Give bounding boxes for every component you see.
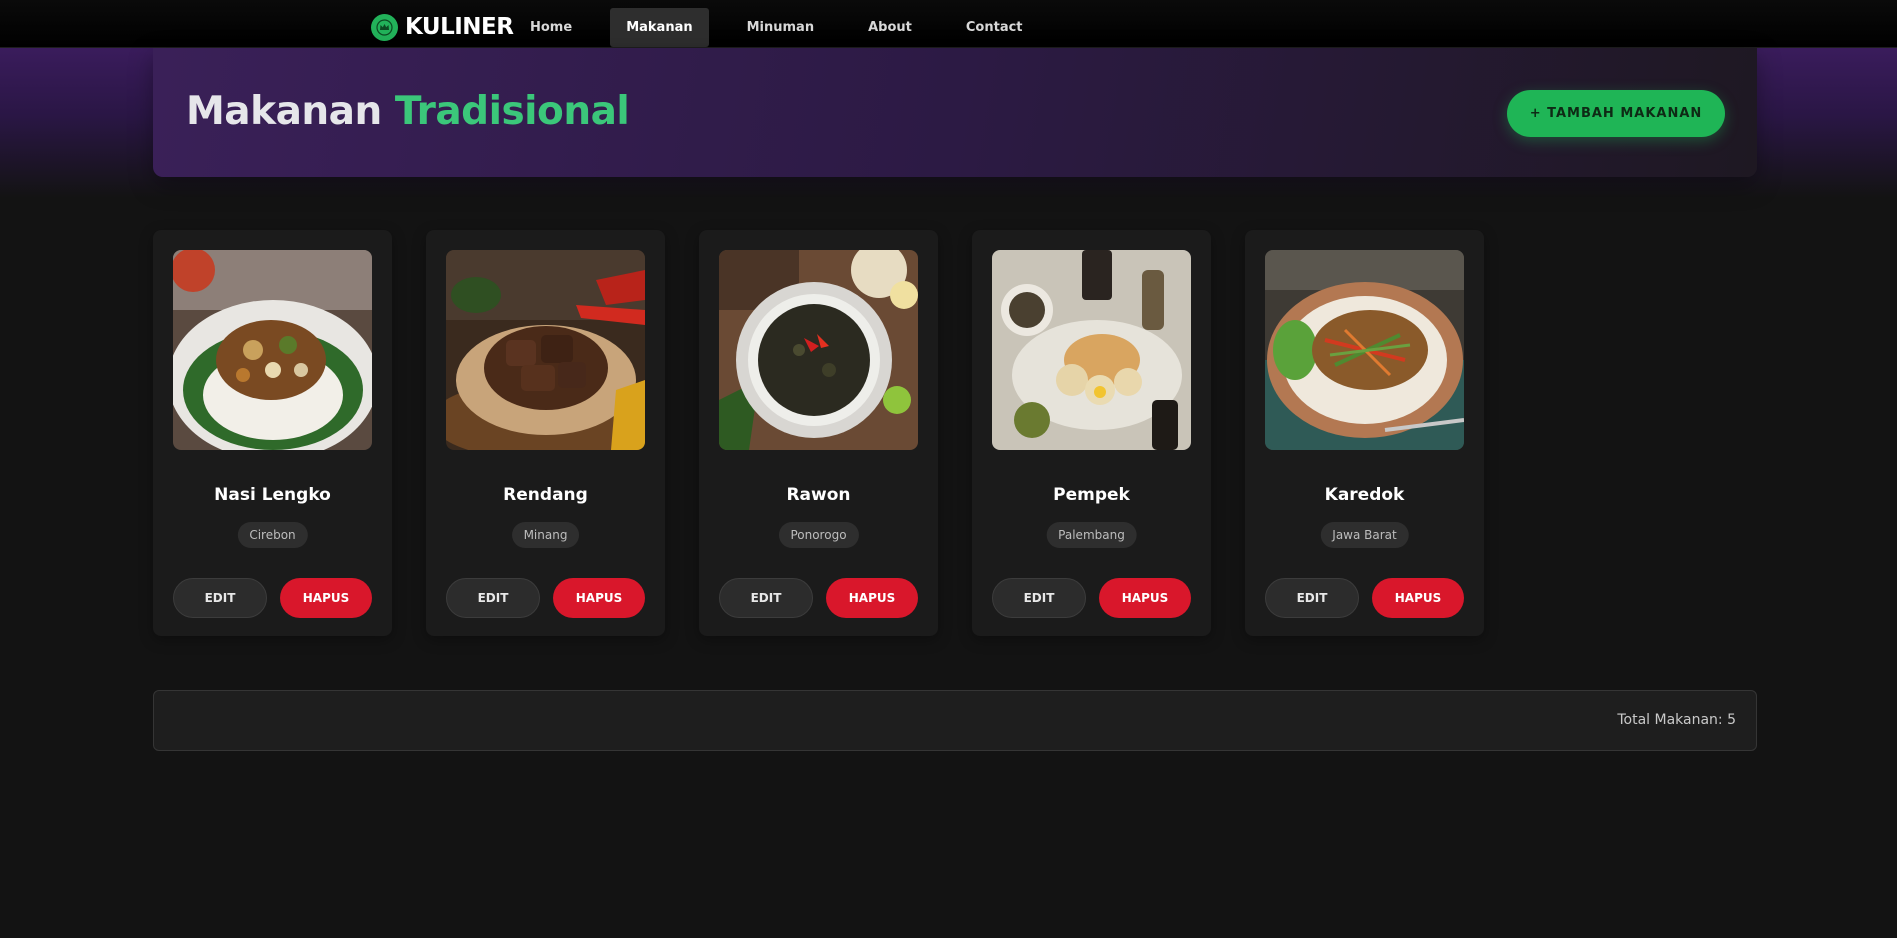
delete-button[interactable]: HAPUS <box>826 578 918 618</box>
delete-button[interactable]: HAPUS <box>553 578 645 618</box>
page-title-part2: Tradisional <box>394 89 630 134</box>
add-food-button[interactable]: + TAMBAH MAKANAN <box>1507 90 1725 137</box>
food-card-grid: Nasi Lengko Cirebon EDIT HAPUS Rendang M… <box>153 230 1484 636</box>
total-count: Total Makanan: 5 <box>1617 712 1736 728</box>
top-navbar: KULINER Home Makanan Minuman About Conta… <box>0 0 1897 48</box>
page-title: Makanan Tradisional <box>186 89 630 134</box>
food-name: Nasi Lengko <box>214 485 331 505</box>
region-badge: Minang <box>511 522 580 548</box>
food-name: Rendang <box>503 485 588 505</box>
page-header: Makanan Tradisional + TAMBAH MAKANAN <box>153 48 1757 177</box>
region-badge: Cirebon <box>237 522 308 548</box>
nav-makanan[interactable]: Makanan <box>610 8 709 47</box>
region-badge: Jawa Barat <box>1320 522 1409 548</box>
crown-badge-icon <box>371 13 398 41</box>
nav-minuman[interactable]: Minuman <box>731 8 830 47</box>
delete-button[interactable]: HAPUS <box>1099 578 1191 618</box>
page-title-part1: Makanan <box>186 89 382 134</box>
food-card: Karedok Jawa Barat EDIT HAPUS <box>1245 230 1484 636</box>
summary-bar: Total Makanan: 5 <box>153 690 1757 751</box>
food-name: Karedok <box>1324 485 1405 505</box>
edit-button[interactable]: EDIT <box>173 578 267 618</box>
edit-button[interactable]: EDIT <box>992 578 1086 618</box>
brand-logo[interactable]: KULINER <box>371 13 514 41</box>
region-badge: Palembang <box>1046 522 1137 548</box>
nav-about[interactable]: About <box>852 8 928 47</box>
food-name: Pempek <box>1053 485 1130 505</box>
delete-button[interactable]: HAPUS <box>1372 578 1464 618</box>
pempek-photo <box>992 250 1191 450</box>
nav-home[interactable]: Home <box>514 8 588 47</box>
rendang-photo <box>446 250 645 450</box>
delete-button[interactable]: HAPUS <box>280 578 372 618</box>
main-nav: Home Makanan Minuman About Contact <box>514 8 1039 47</box>
nasi-lengko-photo <box>173 250 372 450</box>
food-name: Rawon <box>786 485 851 505</box>
food-card: Pempek Palembang EDIT HAPUS <box>972 230 1211 636</box>
edit-button[interactable]: EDIT <box>1265 578 1359 618</box>
edit-button[interactable]: EDIT <box>719 578 813 618</box>
nav-contact[interactable]: Contact <box>950 8 1039 47</box>
brand-name: KULINER <box>405 14 514 40</box>
food-card: Rendang Minang EDIT HAPUS <box>426 230 665 636</box>
karedok-photo <box>1265 250 1464 450</box>
food-card: Rawon Ponorogo EDIT HAPUS <box>699 230 938 636</box>
rawon-photo <box>719 250 918 450</box>
edit-button[interactable]: EDIT <box>446 578 540 618</box>
food-card: Nasi Lengko Cirebon EDIT HAPUS <box>153 230 392 636</box>
region-badge: Ponorogo <box>778 522 859 548</box>
